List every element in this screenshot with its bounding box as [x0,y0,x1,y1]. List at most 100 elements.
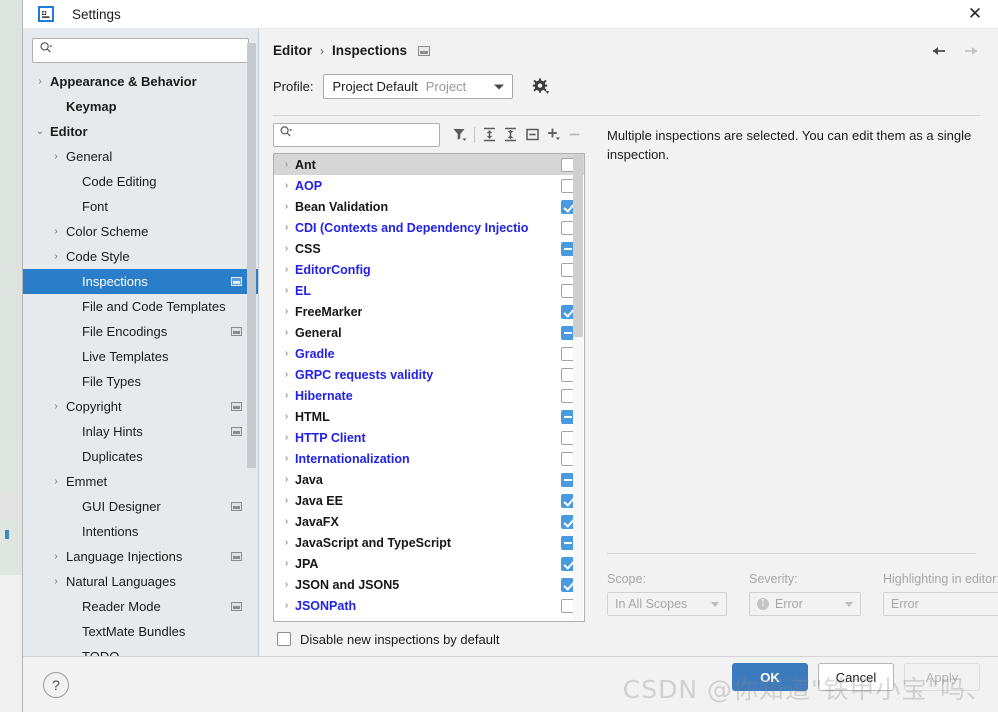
chevron-right-icon[interactable]: › [280,600,293,611]
inspection-row[interactable]: › JavaScript and TypeScript [274,532,584,553]
chevron-right-icon[interactable]: › [280,474,293,485]
arrow-left-icon[interactable] [930,42,948,60]
sidebar-item-intentions[interactable]: Intentions [23,519,258,544]
inspection-list-scrollbar-thumb[interactable] [573,155,583,337]
inspection-filter-input[interactable] [293,126,434,143]
sidebar-item-emmet[interactable]: › Emmet [23,469,258,494]
chevron-right-icon[interactable]: › [280,537,293,548]
chevron-right-icon[interactable]: › [280,369,293,380]
inspection-row[interactable]: › EL [274,280,584,301]
inspection-row[interactable]: › Java EE [274,490,584,511]
inspection-filter-box[interactable] [273,122,440,147]
sidebar-item-color-scheme[interactable]: › Color Scheme [23,219,258,244]
chevron-down-icon[interactable]: ⌄ [33,126,47,137]
inspection-row[interactable]: › HTML [274,406,584,427]
inspection-row[interactable]: › JSON and JSON5 [274,574,584,595]
disable-new-inspections-checkbox[interactable] [277,632,291,646]
chevron-right-icon[interactable]: › [280,558,293,569]
sidebar-item-gui-designer[interactable]: GUI Designer [23,494,258,519]
chevron-right-icon[interactable]: › [280,579,293,590]
disable-new-inspections-row[interactable]: Disable new inspections by default [273,622,585,656]
sidebar-item-natural-languages[interactable]: › Natural Languages [23,569,258,594]
inspection-row[interactable]: › JavaFX [274,511,584,532]
chevron-right-icon[interactable]: › [280,327,293,338]
sidebar-scrollbar[interactable] [247,39,256,648]
sidebar-item-file-encodings[interactable]: File Encodings [23,319,258,344]
inspection-row[interactable]: › Gradle [274,343,584,364]
sidebar-item-textmate-bundles[interactable]: TextMate Bundles [23,619,258,644]
add-icon[interactable] [543,123,564,146]
sidebar-item-reader-mode[interactable]: Reader Mode [23,594,258,619]
breadcrumb-parent[interactable]: Editor [273,43,312,58]
sidebar-item-code-style[interactable]: › Code Style [23,244,258,269]
cancel-button[interactable]: Cancel [818,663,894,691]
search-input[interactable] [56,42,242,59]
chevron-right-icon[interactable]: › [49,401,63,412]
sidebar-item-inlay-hints[interactable]: Inlay Hints [23,419,258,444]
sidebar-item-file-types[interactable]: File Types [23,369,258,394]
sidebar-item-editor[interactable]: ⌄ Editor [23,119,258,144]
inspection-row[interactable]: › EditorConfig [274,259,584,280]
chevron-right-icon[interactable]: › [33,76,47,87]
chevron-right-icon[interactable]: › [280,390,293,401]
inspection-row[interactable]: › Bean Validation [274,196,584,217]
chevron-right-icon[interactable]: › [280,159,293,170]
sidebar-item-live-templates[interactable]: Live Templates [23,344,258,369]
chevron-right-icon[interactable]: › [280,180,293,191]
inspection-list-scroll[interactable]: › Ant › AOP › Bean Validation › CDI (Contexts a… [274,154,584,621]
sidebar-item-inspections[interactable]: Inspections [23,269,258,294]
settings-tree[interactable]: › Appearance & Behavior Keymap ⌄ Editor › Gene… [23,67,258,656]
inspection-row[interactable]: › CDI (Contexts and Dependency Injectio [274,217,584,238]
sidebar-scrollbar-thumb[interactable] [247,43,256,468]
inspection-row[interactable]: › JPA [274,553,584,574]
chevron-right-icon[interactable]: › [280,516,293,527]
help-button[interactable]: ? [43,671,69,698]
inspection-row[interactable]: › General [274,322,584,343]
chevron-right-icon[interactable]: › [280,264,293,275]
chevron-right-icon[interactable]: › [280,432,293,443]
sidebar-item-file-and-code-templates[interactable]: File and Code Templates [23,294,258,319]
chevron-right-icon[interactable]: › [280,201,293,212]
chevron-right-icon[interactable]: › [280,348,293,359]
sidebar-item-copyright[interactable]: › Copyright [23,394,258,419]
chevron-right-icon[interactable]: › [49,576,63,587]
sidebar-item-duplicates[interactable]: Duplicates [23,444,258,469]
chevron-right-icon[interactable]: › [280,453,293,464]
reset-to-default-icon[interactable] [521,123,542,146]
profile-select[interactable]: Project Default Project [323,74,514,99]
inspection-row[interactable]: › GRPC requests validity [274,364,584,385]
chevron-right-icon[interactable]: › [280,243,293,254]
sidebar-item-general[interactable]: › General [23,144,258,169]
inspection-row[interactable]: › CSS [274,238,584,259]
expand-all-icon[interactable] [479,123,500,146]
sidebar-item-appearance-behavior[interactable]: › Appearance & Behavior [23,69,258,94]
chevron-right-icon[interactable]: › [49,226,63,237]
inspection-row[interactable]: › Internationalization [274,448,584,469]
inspection-row[interactable]: › JSONPath [274,595,584,616]
sidebar-item-language-injections[interactable]: › Language Injections [23,544,258,569]
filter-icon[interactable] [449,123,470,146]
chevron-right-icon[interactable]: › [49,551,63,562]
inspection-row[interactable]: › HTTP Client [274,427,584,448]
sidebar-item-code-editing[interactable]: Code Editing [23,169,258,194]
chevron-right-icon[interactable]: › [280,306,293,317]
chevron-right-icon[interactable]: › [49,251,63,262]
sidebar-item-keymap[interactable]: Keymap [23,94,258,119]
ok-button[interactable]: OK [732,663,808,691]
inspection-row[interactable]: › AOP [274,175,584,196]
inspection-row[interactable]: › FreeMarker [274,301,584,322]
collapse-all-icon[interactable] [500,123,521,146]
chevron-right-icon[interactable]: › [280,495,293,506]
search-box[interactable] [32,38,249,63]
close-icon[interactable]: ✕ [952,0,998,29]
chevron-right-icon[interactable]: › [280,285,293,296]
inspection-list[interactable]: › Ant › AOP › Bean Validation › CDI (Contexts a… [273,153,585,622]
inspection-row[interactable]: › Hibernate [274,385,584,406]
sidebar-item-todo[interactable]: TODO [23,644,258,656]
chevron-right-icon[interactable]: › [49,151,63,162]
inspection-list-scrollbar[interactable] [573,155,583,620]
sidebar-item-font[interactable]: Font [23,194,258,219]
chevron-right-icon[interactable]: › [280,411,293,422]
chevron-right-icon[interactable]: › [280,222,293,233]
gear-icon[interactable] [529,76,551,98]
